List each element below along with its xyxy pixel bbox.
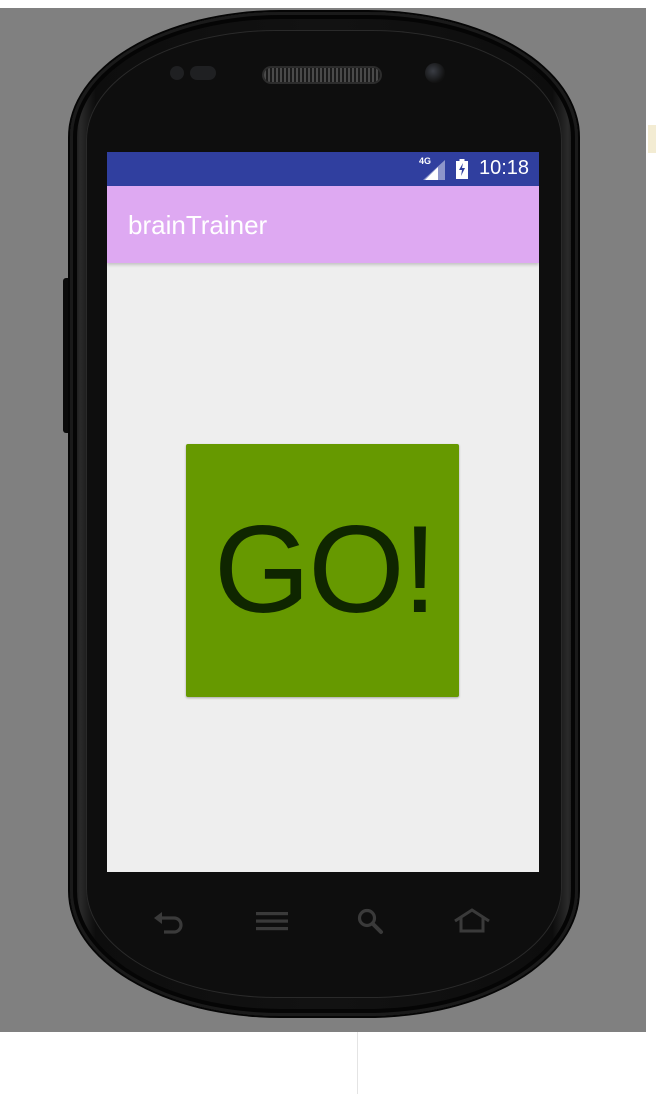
edge-highlight bbox=[648, 125, 656, 153]
back-icon bbox=[154, 912, 183, 934]
menu-icon bbox=[256, 912, 288, 931]
signal-icon bbox=[423, 160, 445, 180]
app-title: brainTrainer bbox=[128, 210, 268, 240]
status-bar: 4G 10:18 bbox=[107, 152, 539, 186]
go-button-label: GO! bbox=[213, 501, 437, 639]
light-sensor bbox=[190, 66, 216, 80]
volume-button[interactable] bbox=[63, 278, 69, 433]
divider-line bbox=[357, 1032, 358, 1094]
go-button[interactable]: GO! bbox=[186, 444, 459, 697]
home-button[interactable] bbox=[449, 898, 495, 944]
search-icon bbox=[357, 908, 383, 934]
front-camera bbox=[425, 63, 445, 83]
window-edge bbox=[646, 8, 656, 1032]
status-time: 10:18 bbox=[479, 157, 530, 179]
proximity-sensor bbox=[170, 66, 184, 80]
device-screen: 4G 10:18 brainTrainer GO! bbox=[107, 152, 539, 872]
home-icon bbox=[454, 908, 490, 933]
menu-button[interactable] bbox=[249, 898, 295, 944]
earpiece-speaker bbox=[264, 68, 380, 82]
battery-charging-icon bbox=[456, 159, 468, 179]
search-button[interactable] bbox=[347, 898, 393, 944]
back-button[interactable] bbox=[147, 898, 193, 944]
app-bar: brainTrainer bbox=[107, 186, 539, 263]
